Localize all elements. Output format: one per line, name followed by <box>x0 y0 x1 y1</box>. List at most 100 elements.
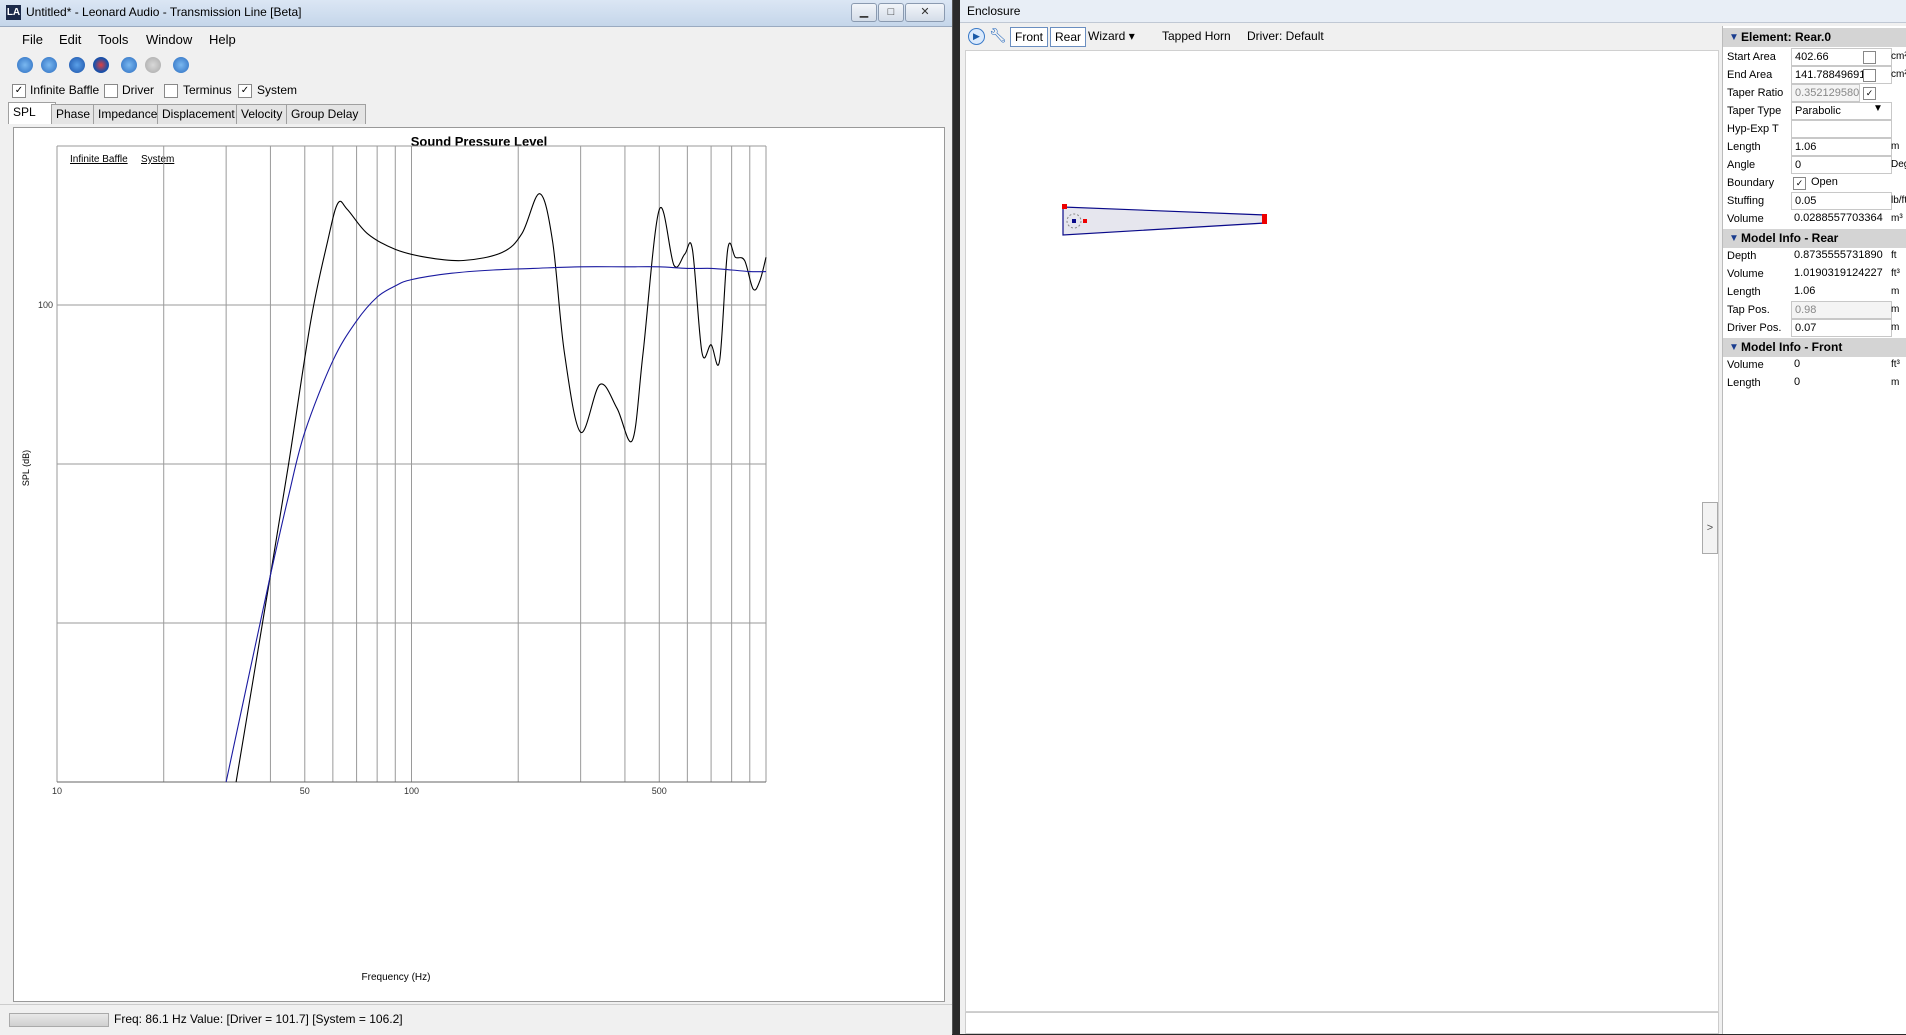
play-icon[interactable]: ▶ <box>968 28 985 45</box>
enclosure-drawing <box>1062 204 1267 236</box>
label-terminus: Terminus <box>183 83 232 97</box>
prop-field-taper-ratio: 0.3521295805 <box>1791 84 1860 102</box>
model-rear-section-title: Model Info - Rear <box>1741 231 1839 245</box>
prop-label-volume: Volume <box>1727 359 1764 371</box>
prop-field-length[interactable]: 0 <box>1791 374 1890 390</box>
prop-value-boundary: Open <box>1811 176 1838 188</box>
prop-lock-checkbox-taper-ratio[interactable]: ✓ <box>1863 87 1876 100</box>
transmission-line-element[interactable] <box>1062 206 1266 236</box>
menu-help[interactable]: Help <box>207 32 238 47</box>
prop-field-angle[interactable]: 0 <box>1791 156 1892 174</box>
checkbox-infinite-baffle[interactable]: ✓ <box>12 84 26 98</box>
enclosure-canvas[interactable] <box>965 50 1719 1012</box>
chart-lines <box>225 193 767 783</box>
play-icon[interactable] <box>173 57 189 73</box>
prop-lock-checkbox-end-area[interactable] <box>1863 69 1876 82</box>
tab-phase[interactable]: Phase <box>51 104 99 124</box>
model-rear-section-header[interactable]: ▼ Model Info - Rear <box>1723 229 1906 248</box>
prop-unit-volume: ft³ <box>1891 268 1900 279</box>
record-icon[interactable] <box>69 57 85 73</box>
label-infinite-baffle: Infinite Baffle <box>30 83 100 97</box>
prop-field-driver-pos[interactable]: 0.07 <box>1791 319 1892 337</box>
prop-unit-angle: Deg <box>1891 159 1906 170</box>
label-driver: Driver <box>122 83 154 97</box>
prop-label-tap-pos: Tap Pos. <box>1727 304 1770 316</box>
open-icon[interactable] <box>17 57 33 73</box>
legend-infinite-baffle[interactable]: Infinite Baffle <box>70 154 128 165</box>
prop-field-depth[interactable]: 0.8735555731890 <box>1791 247 1890 263</box>
prop-field-start-area[interactable]: 402.66 <box>1791 48 1892 66</box>
checkbox-terminus[interactable] <box>164 84 178 98</box>
wizard-menu[interactable]: Wizard ▾ <box>1084 27 1139 45</box>
prop-label-stuffing: Stuffing <box>1727 195 1765 207</box>
enclosure-title-bar[interactable]: Enclosure <box>960 0 1906 23</box>
wrench-icon[interactable]: 🔧︎ <box>989 27 1007 43</box>
chart-title: Sound Pressure Level <box>411 134 548 149</box>
prop-field-volume[interactable]: 1.0190319124227 <box>1791 265 1890 281</box>
collapse-panel-button[interactable]: > <box>1702 502 1718 554</box>
prop-field-volume[interactable]: 0.0288557703364 <box>1791 210 1890 226</box>
wizard-label: Wizard <box>1088 29 1126 43</box>
end-handle[interactable] <box>1262 214 1267 224</box>
prop-unit-depth: ft <box>1891 250 1897 261</box>
prop-field-length[interactable]: 1.06 <box>1791 138 1892 156</box>
tab-displacement[interactable]: Displacement <box>157 104 242 124</box>
prop-label-volume: Volume <box>1727 268 1764 280</box>
window-title: Untitled* - Leonard Audio - Transmission… <box>26 5 302 19</box>
properties-panel: ▼ Element: Rear.0 Start Area402.66cm²End… <box>1722 26 1906 1034</box>
prop-checkbox-boundary[interactable]: ✓ <box>1793 177 1806 190</box>
rear-button[interactable]: Rear <box>1050 27 1087 47</box>
prop-label-volume: Volume <box>1727 213 1764 225</box>
enclosure-status-bar <box>965 1012 1719 1034</box>
prop-label-taper-type: Taper Type <box>1727 105 1782 117</box>
x-tick-label: 500 <box>652 786 667 796</box>
legend-system[interactable]: System <box>141 154 174 165</box>
menu-tools[interactable]: Tools <box>96 32 130 47</box>
prop-unit-tap-pos: m <box>1891 304 1900 315</box>
save-icon[interactable] <box>41 57 57 73</box>
minimize-button[interactable]: ▁ <box>851 3 877 22</box>
tab-impedance[interactable]: Impedance <box>93 104 163 124</box>
spl-chart-frame: Sound Pressure Level Infinite Baffle Sys… <box>13 127 945 1002</box>
prop-label-depth: Depth <box>1727 250 1757 262</box>
menu-edit[interactable]: Edit <box>57 32 83 47</box>
checkbox-driver[interactable] <box>104 84 118 98</box>
model-front-section-header[interactable]: ▼ Model Info - Front <box>1723 338 1906 357</box>
enclosure-window: Enclosure ▶ 🔧︎ Front Rear Wizard ▾ Tappe… <box>960 0 1906 1034</box>
driver-marker <box>1072 219 1076 223</box>
prop-field-stuffing[interactable]: 0.05 <box>1791 192 1892 210</box>
app-icon: LA <box>6 5 21 20</box>
driver-handle[interactable] <box>1083 219 1087 223</box>
collapse-triangle-icon: ▼ <box>1729 32 1739 43</box>
model-front-section-title: Model Info - Front <box>1741 340 1843 354</box>
tab-velocity[interactable]: Velocity <box>236 104 292 124</box>
front-button[interactable]: Front <box>1010 27 1049 47</box>
chevron-down-icon[interactable]: ▼ <box>1873 103 1883 114</box>
maximize-button[interactable]: □ <box>878 3 904 22</box>
stop-icon[interactable] <box>93 57 109 73</box>
tapped-horn-button[interactable]: Tapped Horn <box>1158 27 1235 45</box>
menu-bar: File Edit Tools Window Help <box>0 27 952 53</box>
start-handle[interactable] <box>1062 204 1067 209</box>
spl-chart[interactable]: Sound Pressure Level Infinite Baffle Sys… <box>14 128 944 1001</box>
tab-group-delay[interactable]: Group Delay <box>286 104 366 124</box>
prop-field-length[interactable]: 1.06 <box>1791 283 1890 299</box>
title-bar[interactable]: LA Untitled* - Leonard Audio - Transmiss… <box>0 0 952 27</box>
series-checkboxes: ✓ Infinite Baffle Driver Terminus ✓ Syst… <box>0 80 952 102</box>
x-tick-label: 100 <box>404 786 419 796</box>
forward-icon[interactable] <box>145 57 161 73</box>
label-system: System <box>257 83 298 97</box>
tab-spl[interactable]: SPL <box>8 102 56 124</box>
menu-file[interactable]: File <box>20 32 45 47</box>
prop-field-hyp-exp-t[interactable] <box>1791 120 1892 138</box>
checkbox-system[interactable]: ✓ <box>238 84 252 98</box>
driver-button[interactable]: Driver: Default <box>1243 27 1328 45</box>
menu-window[interactable]: Window <box>144 32 194 47</box>
element-section-header[interactable]: ▼ Element: Rear.0 <box>1723 28 1906 47</box>
prop-field-end-area[interactable]: 141.78849691 <box>1791 66 1892 84</box>
close-button[interactable]: ✕ <box>905 3 945 22</box>
back-icon[interactable] <box>121 57 137 73</box>
prop-lock-checkbox-start-area[interactable] <box>1863 51 1876 64</box>
prop-field-volume[interactable]: 0 <box>1791 356 1890 372</box>
prop-label-start-area: Start Area <box>1727 51 1776 63</box>
